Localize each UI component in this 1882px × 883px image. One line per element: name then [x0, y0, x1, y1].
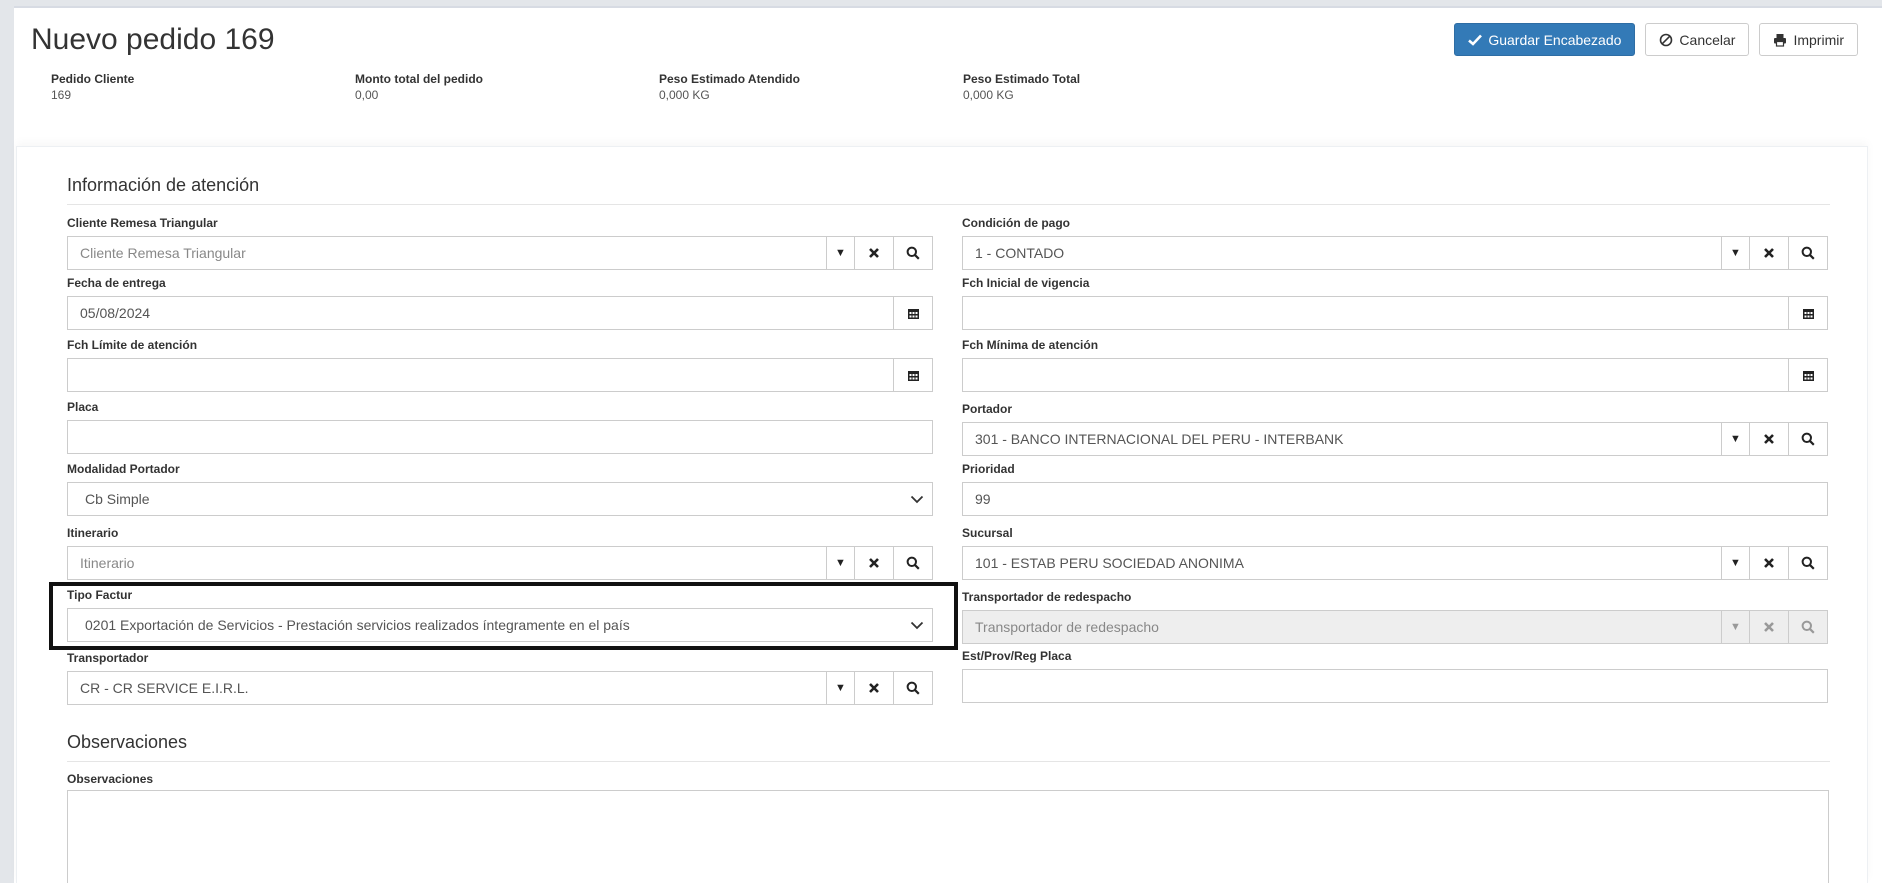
itinerario-select[interactable]: Itinerario ▼	[67, 546, 933, 580]
field-est-prov-reg-placa: Est/Prov/Reg Placa	[962, 649, 1828, 703]
section-title-atencion: Información de atención	[67, 175, 1830, 205]
clear-icon[interactable]	[854, 672, 893, 704]
search-icon[interactable]	[893, 547, 932, 579]
save-header-button[interactable]: Guardar Encabezado	[1454, 23, 1636, 56]
calendar-icon[interactable]	[893, 297, 932, 329]
modalidad-portador-value: Cb Simple	[85, 491, 150, 507]
placa-input[interactable]	[67, 420, 933, 454]
field-modalidad-portador: Modalidad Portador Cb Simple	[67, 462, 933, 516]
field-itinerario: Itinerario Itinerario ▼	[67, 526, 933, 580]
transportador-value: CR - CR SERVICE E.I.R.L.	[80, 680, 249, 696]
page-title: Nuevo pedido 169	[31, 23, 275, 56]
fch-inicial-vigencia-input[interactable]	[962, 296, 1828, 330]
fch-limite-value	[68, 359, 893, 391]
clear-icon[interactable]	[1749, 423, 1788, 455]
field-fecha-entrega: Fecha de entrega 05/08/2024	[67, 276, 933, 330]
save-header-label: Guardar Encabezado	[1488, 31, 1622, 48]
itinerario-placeholder: Itinerario	[80, 555, 135, 571]
clear-icon[interactable]	[854, 547, 893, 579]
field-observaciones: Observaciones	[67, 772, 154, 786]
clear-icon[interactable]	[1749, 547, 1788, 579]
observaciones-textarea[interactable]	[67, 790, 1829, 883]
fch-inicial-vigencia-value	[963, 297, 1788, 329]
check-icon	[1468, 34, 1483, 46]
field-prioridad: Prioridad 99	[962, 462, 1828, 516]
field-sucursal: Sucursal 101 - ESTAB PERU SOCIEDAD ANONI…	[962, 526, 1828, 580]
chevron-down-icon	[902, 609, 932, 641]
sucursal-select[interactable]: 101 - ESTAB PERU SOCIEDAD ANONIMA ▼	[962, 546, 1828, 580]
placa-value	[68, 421, 932, 453]
condicion-pago-value: 1 - CONTADO	[975, 245, 1065, 261]
dropdown-caret-icon[interactable]: ▼	[1721, 547, 1749, 579]
fch-minima-atencion-input[interactable]	[962, 358, 1828, 392]
dropdown-caret-icon[interactable]: ▼	[826, 672, 854, 704]
clear-icon[interactable]	[854, 237, 893, 269]
search-icon[interactable]	[1788, 237, 1827, 269]
cancel-button[interactable]: Cancelar	[1645, 23, 1750, 56]
sucursal-value: 101 - ESTAB PERU SOCIEDAD ANONIMA	[975, 555, 1244, 571]
ban-icon	[1659, 33, 1673, 47]
cancel-label: Cancelar	[1679, 31, 1736, 48]
field-fch-limite: Fch Límite de atención	[67, 338, 933, 392]
calendar-icon[interactable]	[893, 359, 932, 391]
print-icon	[1773, 33, 1787, 47]
field-tipo-factur: Tipo Factur 0201 Exportación de Servicio…	[67, 588, 933, 642]
field-portador: Portador 301 - BANCO INTERNACIONAL DEL P…	[962, 402, 1828, 456]
field-transportador-redespacho: Transportador de redespacho Transportado…	[962, 590, 1828, 644]
search-icon	[1788, 611, 1827, 643]
tipo-factur-value: 0201 Exportación de Servicios - Prestaci…	[85, 617, 630, 633]
fch-limite-input[interactable]	[67, 358, 933, 392]
portador-select[interactable]: 301 - BANCO INTERNACIONAL DEL PERU - INT…	[962, 422, 1828, 456]
dropdown-caret-icon: ▼	[1721, 611, 1749, 643]
fecha-entrega-value: 05/08/2024	[80, 305, 151, 321]
est-prov-reg-placa-value	[963, 670, 1827, 702]
field-fch-inicial-vigencia: Fch Inicial de vigencia	[962, 276, 1828, 330]
order-summary: Pedido Cliente 169 Monto total del pedid…	[51, 72, 1251, 106]
tipo-factur-select[interactable]: 0201 Exportación de Servicios - Prestaci…	[67, 608, 933, 642]
portador-value: 301 - BANCO INTERNACIONAL DEL PERU - INT…	[975, 431, 1344, 447]
search-icon[interactable]	[893, 237, 932, 269]
calendar-icon[interactable]	[1788, 359, 1827, 391]
fch-minima-atencion-value	[963, 359, 1788, 391]
field-fch-minima-atencion: Fch Mínima de atención	[962, 338, 1828, 392]
clear-icon	[1749, 611, 1788, 643]
est-prov-reg-placa-input[interactable]	[962, 669, 1828, 703]
cliente-remesa-select[interactable]: Cliente Remesa Triangular ▼	[67, 236, 933, 270]
calendar-icon[interactable]	[1788, 297, 1827, 329]
dropdown-caret-icon[interactable]: ▼	[1721, 237, 1749, 269]
prioridad-value: 99	[975, 491, 991, 507]
dropdown-caret-icon[interactable]: ▼	[826, 237, 854, 269]
transportador-redespacho-select: Transportador de redespacho ▼	[962, 610, 1828, 644]
field-condicion-pago: Condición de pago 1 - CONTADO ▼	[962, 216, 1828, 270]
cliente-remesa-placeholder: Cliente Remesa Triangular	[80, 245, 246, 261]
modalidad-portador-select[interactable]: Cb Simple	[67, 482, 933, 516]
dropdown-caret-icon[interactable]: ▼	[826, 547, 854, 579]
print-button[interactable]: Imprimir	[1759, 23, 1858, 56]
stat-monto-total: Monto total del pedido 0,00	[355, 72, 483, 102]
condicion-pago-select[interactable]: 1 - CONTADO ▼	[962, 236, 1828, 270]
prioridad-input[interactable]: 99	[962, 482, 1828, 516]
search-icon[interactable]	[1788, 547, 1827, 579]
header-actions: Guardar Encabezado Cancelar Imprimir	[1454, 23, 1858, 56]
transportador-select[interactable]: CR - CR SERVICE E.I.R.L. ▼	[67, 671, 933, 705]
field-placa: Placa	[67, 400, 933, 454]
dropdown-caret-icon[interactable]: ▼	[1721, 423, 1749, 455]
search-icon[interactable]	[1788, 423, 1827, 455]
chevron-down-icon	[902, 483, 932, 515]
field-transportador: Transportador CR - CR SERVICE E.I.R.L. ▼	[67, 651, 933, 705]
stat-peso-total: Peso Estimado Total 0,000 KG	[963, 72, 1081, 102]
transportador-redespacho-placeholder: Transportador de redespacho	[975, 619, 1159, 635]
print-label: Imprimir	[1793, 31, 1844, 48]
stat-peso-atendido: Peso Estimado Atendido 0,000 KG	[659, 72, 800, 102]
section-title-observaciones: Observaciones	[67, 732, 1830, 762]
search-icon[interactable]	[893, 672, 932, 704]
field-cliente-remesa: Cliente Remesa Triangular Cliente Remesa…	[67, 216, 933, 270]
clear-icon[interactable]	[1749, 237, 1788, 269]
stat-pedido-cliente: Pedido Cliente 169	[51, 72, 135, 102]
fecha-entrega-input[interactable]: 05/08/2024	[67, 296, 933, 330]
